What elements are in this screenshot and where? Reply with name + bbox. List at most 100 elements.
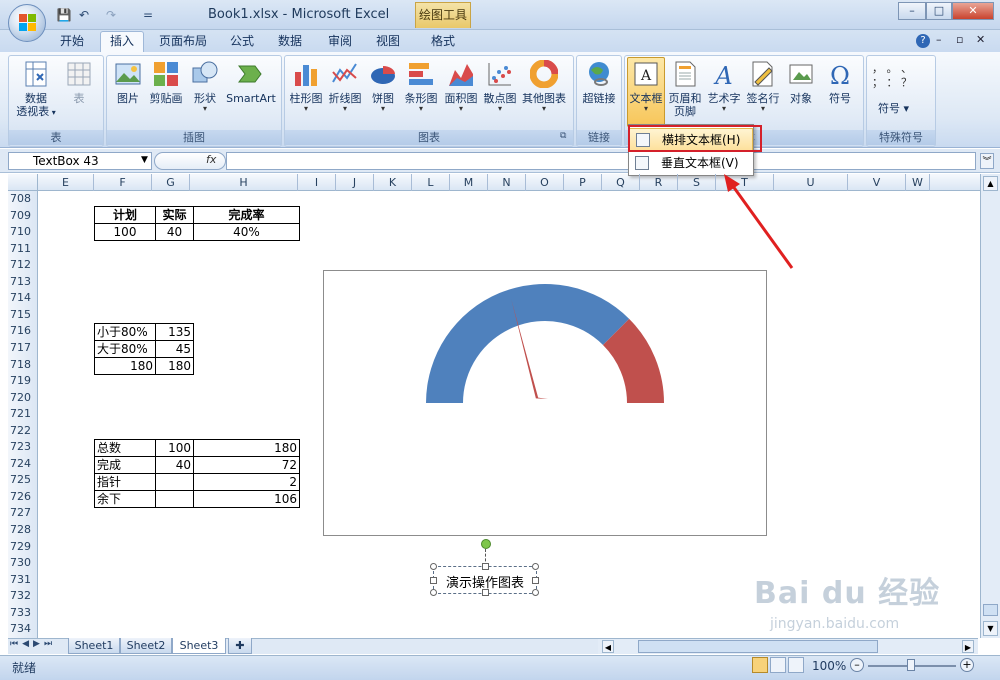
resize-handle[interactable] — [430, 563, 437, 570]
row-header-710[interactable]: 710 — [8, 224, 38, 241]
tab-page-layout[interactable]: 页面布局 — [152, 32, 214, 52]
hyperlink-button[interactable]: 超链接 — [578, 60, 620, 105]
scatter-chart-button[interactable]: 散点图 ▾ — [482, 60, 518, 113]
horizontal-scrollbar[interactable]: ◀ ▶ — [598, 638, 978, 654]
scroll-left-icon[interactable]: ◀ — [602, 640, 614, 653]
textbox-button[interactable]: A 文本框 ▾ — [628, 60, 664, 113]
column-header-q[interactable]: Q — [602, 174, 640, 191]
table-cell[interactable]: 指针 — [94, 473, 156, 491]
row-header-714[interactable]: 714 — [8, 290, 38, 307]
shapes-button[interactable]: 形状 ▾ — [188, 60, 222, 113]
charts-dialog-launcher-icon[interactable]: ⧉ — [560, 131, 566, 141]
row-header-720[interactable]: 720 — [8, 390, 38, 407]
page-break-view-icon[interactable] — [788, 657, 804, 673]
table-cell[interactable]: 45 — [155, 340, 194, 358]
row-header-731[interactable]: 731 — [8, 572, 38, 589]
redo-icon[interactable]: ↷ — [103, 7, 119, 23]
clipart-button[interactable]: 剪贴画 — [148, 60, 184, 105]
row-header-734[interactable]: 734 — [8, 621, 38, 638]
row-header-727[interactable]: 727 — [8, 505, 38, 522]
resize-handle[interactable] — [532, 589, 539, 596]
column-header-m[interactable]: M — [450, 174, 488, 191]
header-footer-button[interactable]: 页眉和 页脚 — [666, 60, 704, 118]
row-header-733[interactable]: 733 — [8, 605, 38, 622]
symbol-button[interactable]: Ω 符号 — [822, 60, 858, 105]
tab-formulas[interactable]: 公式 — [222, 32, 262, 52]
row-header-730[interactable]: 730 — [8, 555, 38, 572]
table-cell[interactable]: 100 — [155, 439, 194, 457]
pie-chart-button[interactable]: 饼图 ▾ — [368, 60, 398, 113]
table-cell[interactable]: 2 — [193, 473, 300, 491]
special-symbols-gallery[interactable]: ， 。 、 ； ： ？ — [872, 62, 932, 90]
ribbon-min-icon[interactable]: – — [936, 33, 942, 46]
name-box-dropdown-icon[interactable]: ▼ — [141, 155, 148, 165]
column-header-i[interactable]: I — [298, 174, 336, 191]
sheet-tab-3[interactable]: Sheet3 — [172, 638, 226, 654]
row-header-722[interactable]: 722 — [8, 423, 38, 440]
scroll-thumb[interactable] — [983, 604, 998, 616]
undo-icon[interactable]: ↶ — [76, 7, 92, 23]
row-header-723[interactable]: 723 — [8, 439, 38, 456]
line-chart-button[interactable]: 折线图 ▾ — [326, 60, 364, 113]
office-button[interactable] — [8, 4, 46, 42]
help-icon[interactable]: ? — [916, 34, 930, 48]
column-header-o[interactable]: O — [526, 174, 564, 191]
demo-textbox[interactable]: 演示操作图表 — [430, 563, 539, 596]
wordart-button[interactable]: A 艺术字 ▾ — [704, 60, 744, 113]
maximize-button[interactable]: □ — [926, 2, 952, 20]
cell-rate[interactable]: 40% — [193, 223, 300, 241]
row-header-724[interactable]: 724 — [8, 456, 38, 473]
column-header-w[interactable]: W — [906, 174, 930, 191]
resize-handle[interactable] — [532, 563, 539, 570]
table-cell[interactable]: 72 — [193, 456, 300, 474]
expand-formula-icon[interactable]: ︾ — [980, 153, 994, 169]
object-button[interactable]: 对象 — [784, 60, 818, 105]
zoom-level[interactable]: 100% — [812, 659, 846, 673]
scroll-down-icon[interactable]: ▼ — [983, 621, 998, 636]
sheet-tab-2[interactable]: Sheet2 — [120, 638, 172, 654]
zoom-out-icon[interactable]: – — [850, 658, 864, 672]
tab-review[interactable]: 审阅 — [320, 32, 360, 52]
row-header-708[interactable]: 708 — [8, 191, 38, 208]
table-button[interactable]: 表 — [62, 60, 96, 105]
column-header-v[interactable]: V — [848, 174, 906, 191]
column-header-l[interactable]: L — [412, 174, 450, 191]
resize-handle[interactable] — [482, 563, 489, 570]
row-header-719[interactable]: 719 — [8, 373, 38, 390]
zoom-slider-thumb[interactable] — [907, 659, 915, 671]
column-header-h[interactable]: H — [190, 174, 298, 191]
pivot-table-button[interactable]: 数据 透视表 ▾ — [14, 60, 58, 119]
tab-format[interactable]: 格式 — [422, 32, 464, 52]
row-header-721[interactable]: 721 — [8, 406, 38, 423]
table-cell[interactable]: 大于80% — [94, 340, 156, 358]
save-icon[interactable]: 💾 — [56, 7, 72, 23]
row-header-716[interactable]: 716 — [8, 323, 38, 340]
horizontal-textbox-item[interactable]: 横排文本框(H) — [629, 128, 753, 152]
row-header-711[interactable]: 711 — [8, 241, 38, 258]
close-button[interactable]: ✕ — [952, 2, 994, 20]
row-header-728[interactable]: 728 — [8, 522, 38, 539]
row-header-712[interactable]: 712 — [8, 257, 38, 274]
bar-chart-button[interactable]: 条形图 ▾ — [402, 60, 440, 113]
header-completion-rate[interactable]: 完成率 — [193, 206, 300, 224]
table-cell[interactable]: 完成 — [94, 456, 156, 474]
ribbon-close-icon[interactable]: ✕ — [976, 33, 985, 46]
table-cell[interactable]: 40 — [155, 456, 194, 474]
row-header-726[interactable]: 726 — [8, 489, 38, 506]
vertical-scrollbar[interactable]: ▲ ▼ — [980, 174, 1000, 638]
zoom-in-icon[interactable]: + — [960, 658, 974, 672]
column-header-f[interactable]: F — [94, 174, 152, 191]
row-header-713[interactable]: 713 — [8, 274, 38, 291]
name-box[interactable]: TextBox 43 — [8, 152, 152, 170]
cell-plan[interactable]: 100 — [94, 223, 156, 241]
column-header-p[interactable]: P — [564, 174, 602, 191]
normal-view-icon[interactable] — [752, 657, 768, 673]
table-cell[interactable]: 总数 — [94, 439, 156, 457]
column-header-k[interactable]: K — [374, 174, 412, 191]
table-cell[interactable] — [155, 490, 194, 508]
minimize-button[interactable]: – — [898, 2, 926, 20]
row-header-718[interactable]: 718 — [8, 357, 38, 374]
tab-home[interactable]: 开始 — [52, 32, 92, 52]
special-symbol-dropdown[interactable]: 符号 ▾ — [878, 100, 909, 116]
page-layout-view-icon[interactable] — [770, 657, 786, 673]
